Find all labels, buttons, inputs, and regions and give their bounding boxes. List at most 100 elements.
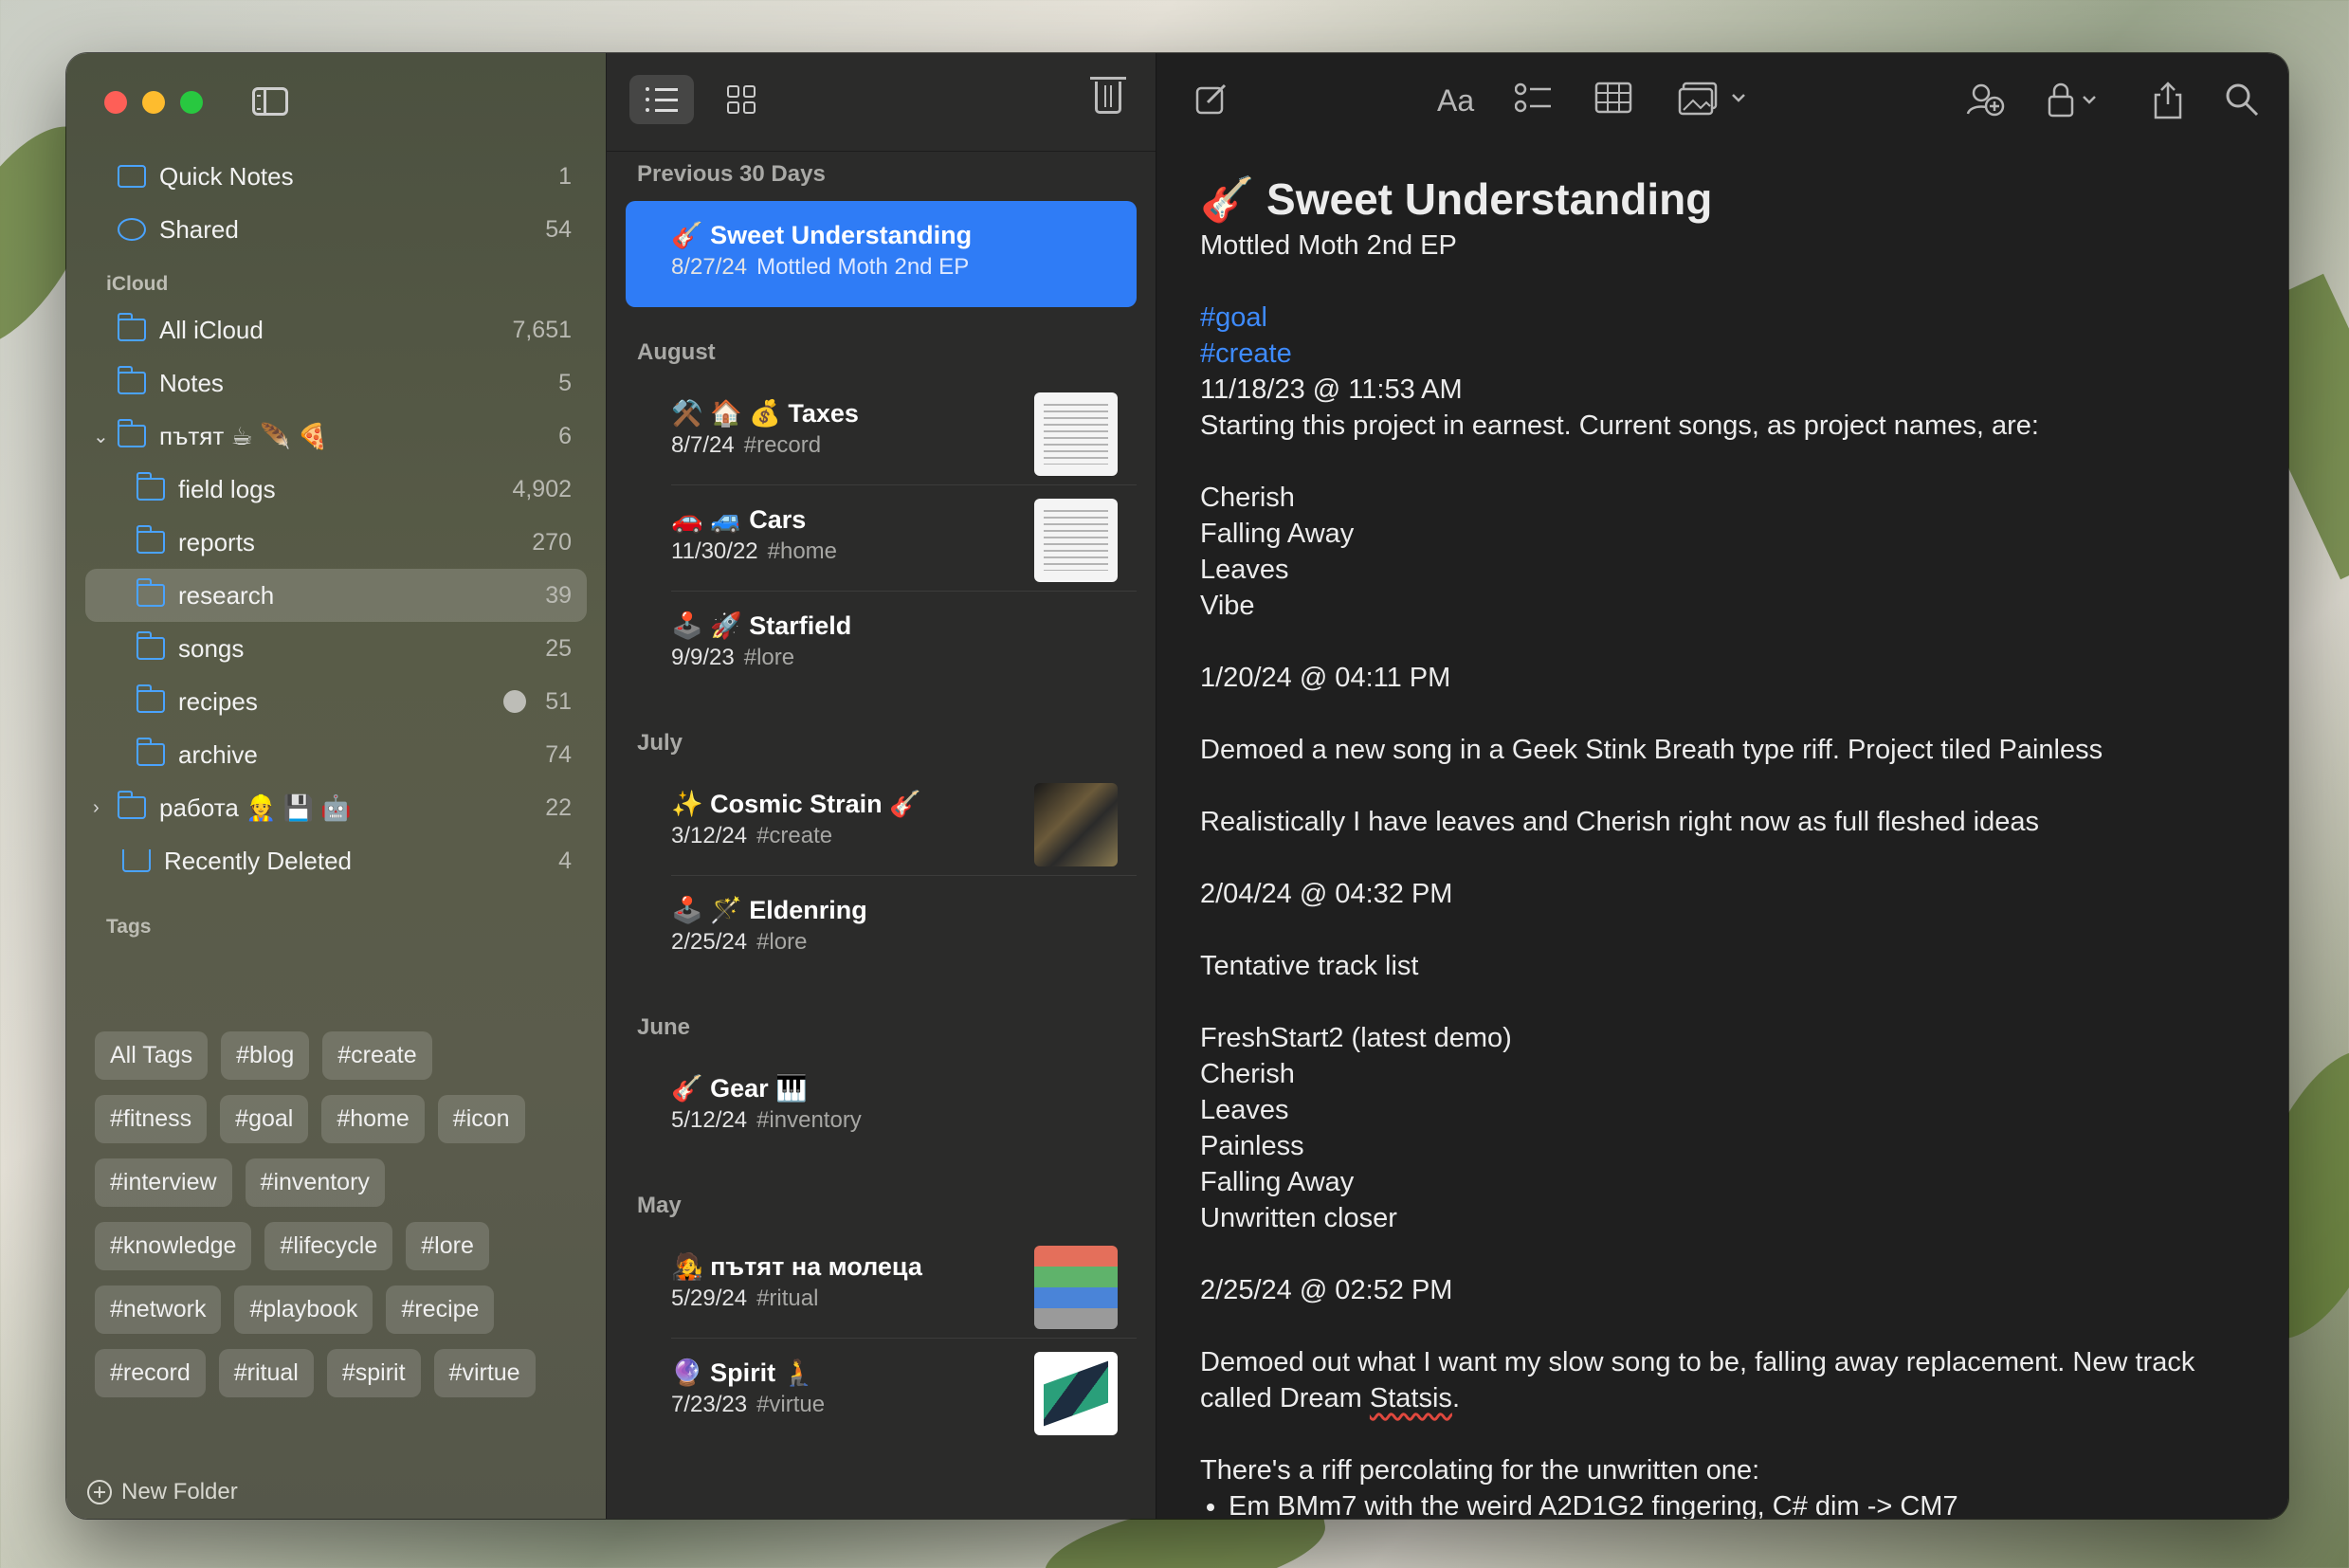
tag-chip[interactable]: #inventory [245, 1158, 385, 1207]
note-line: Unwritten closer [1200, 1203, 1397, 1233]
tag-chip[interactable]: #icon [437, 1095, 525, 1143]
bullet-list: Em BMm7 with the weird A2D1G2 fingering,… [1229, 1488, 2231, 1519]
tag-chip[interactable]: #create [322, 1031, 432, 1080]
compose-icon[interactable] [1194, 82, 1229, 124]
format-text-button[interactable]: Aa [1437, 82, 1474, 119]
sidebar-item-shared[interactable]: Shared 54 [85, 203, 587, 256]
share-icon[interactable] [2152, 82, 2184, 128]
sidebar-item-songs[interactable]: songs 25 [85, 622, 587, 675]
sidebar-item-rabota[interactable]: › работа 👷 💾 🤖 22 [85, 781, 587, 834]
note-thumbnail [1034, 392, 1118, 476]
note-item-date: 2/25/24 [671, 929, 748, 955]
group-header: June [637, 1014, 691, 1040]
sidebar-item-archive[interactable]: archive 74 [85, 728, 587, 781]
tag-chip[interactable]: #lore [406, 1222, 489, 1270]
delete-note-trash-icon[interactable] [1090, 77, 1126, 114]
tag-chip[interactable]: All Tags [95, 1031, 209, 1080]
chevron-down-icon[interactable]: ⌄ [93, 425, 109, 448]
tag-chip[interactable]: #playbook [234, 1285, 373, 1334]
group-header: May [637, 1193, 682, 1218]
note-thumbnail [1034, 499, 1118, 582]
sidebar-item-recipes[interactable]: recipes 51 [85, 675, 587, 728]
note-subtitle: Mottled Moth 2nd EP [1200, 230, 1457, 261]
note-list-item[interactable]: 🚗 🚙 Cars 11/30/22 #home [626, 485, 1137, 592]
note-line: 11/18/23 @ 11:53 AM [1200, 374, 1463, 405]
tag-chip[interactable]: #goal [220, 1095, 309, 1143]
note-list-item[interactable]: 🕹️ 🪄 Eldenring 2/25/24 #lore [626, 876, 1137, 982]
note-item-date: 3/12/24 [671, 823, 748, 848]
collaborate-icon[interactable] [1966, 82, 2006, 126]
sidebar-item-all-icloud[interactable]: All iCloud 7,651 [85, 303, 587, 356]
sidebar-item-recently-deleted[interactable]: Recently Deleted 4 [85, 834, 587, 887]
note-list-item[interactable]: ⚒️ 🏠 💰 Taxes 8/7/24 #record [626, 379, 1137, 485]
tag-chip[interactable]: #recipe [386, 1285, 495, 1334]
list-view-button[interactable] [629, 75, 694, 124]
note-item-snippet: #virtue [756, 1392, 826, 1417]
sidebar-item-notes[interactable]: Notes 5 [85, 356, 587, 410]
notes-window: Quick Notes 1 Shared 54 iCloud All iClou… [66, 53, 2288, 1519]
tag-chip[interactable]: #virtue [433, 1349, 536, 1397]
group-header: August [637, 339, 716, 365]
sidebar-item-research[interactable]: research 39 [85, 569, 587, 622]
tag-chip[interactable]: #home [321, 1095, 425, 1143]
icloud-header: iCloud [106, 273, 169, 295]
new-folder-button[interactable]: New Folder [87, 1479, 238, 1505]
media-icon[interactable] [1678, 82, 1750, 124]
note-line: 1/20/24 @ 04:11 PM [1200, 663, 1451, 693]
sidebar-toggle-icon[interactable] [252, 87, 288, 116]
folder-icon [136, 738, 165, 766]
tag-chip[interactable]: #network [95, 1285, 222, 1334]
note-content[interactable]: 🎸 Sweet Understanding Mottled Moth 2nd E… [1200, 173, 2231, 1519]
note-tag-link[interactable]: #create [1200, 336, 2231, 372]
folder-icon [117, 366, 146, 394]
note-item-snippet: #ritual [756, 1285, 819, 1311]
note-list-item[interactable]: 🎸 Sweet Understanding 8/27/24 Mottled Moth… [626, 201, 1137, 307]
checklist-icon[interactable] [1514, 82, 1553, 124]
zoom-button[interactable] [180, 91, 203, 114]
note-line: Realistically I have leaves and Cherish … [1200, 807, 2039, 837]
tag-chip[interactable]: #blog [221, 1031, 310, 1080]
note-item-meta: 2/25/24 #lore [671, 929, 1108, 956]
tags-header: Tags [106, 916, 152, 938]
tag-chip[interactable]: #spirit [326, 1349, 421, 1397]
note-list-item[interactable]: ✨ Cosmic Strain 🎸 3/12/24 #create [626, 770, 1137, 876]
grid-icon [727, 85, 756, 114]
sidebar-item-putyat[interactable]: ⌄ пътят ☕ 🪶 🍕 6 [85, 410, 587, 463]
note-list: Previous 30 Days 🎸 Sweet Understanding 8/2… [607, 53, 1156, 1519]
tag-chip[interactable]: #interview [95, 1158, 232, 1207]
note-tag-link[interactable]: #goal [1200, 300, 2231, 336]
minimize-button[interactable] [142, 91, 165, 114]
sidebar-item-field-logs[interactable]: field logs 4,902 [85, 463, 587, 516]
shared-person-icon [118, 218, 146, 241]
note-title: 🎸 Sweet Understanding [1200, 174, 1713, 224]
note-editor: Aa 🎸 Sweet Understanding Mottled Moth 2n… [1156, 53, 2288, 1519]
sidebar-item-quick-notes[interactable]: Quick Notes 1 [85, 150, 587, 203]
gallery-view-button[interactable] [709, 75, 774, 124]
editor-toolbar: Aa [1156, 53, 2288, 152]
note-thumbnail [1034, 1246, 1118, 1329]
note-list-item[interactable]: 🧑‍🎤 пътят на молеца 5/29/24 #ritual [626, 1232, 1137, 1339]
note-line: Painless [1200, 1131, 1304, 1161]
note-list-item[interactable]: 🕹️ 🚀 Starfield 9/9/23 #lore [626, 592, 1137, 698]
tag-chip[interactable]: #ritual [218, 1349, 314, 1397]
note-list-scroll: Previous 30 Days 🎸 Sweet Understanding 8/2… [607, 152, 1156, 1445]
note-list-item[interactable]: 🎸 Gear 🎹 5/12/24 #inventory [626, 1054, 1137, 1160]
quick-notes-icon [118, 165, 146, 188]
search-icon[interactable] [2224, 82, 2260, 126]
sidebar-item-reports[interactable]: reports 270 [85, 516, 587, 569]
note-line: Falling Away [1200, 519, 1355, 549]
note-list-item[interactable]: 🔮 Spirit 🧎 7/23/23 #virtue [626, 1339, 1137, 1445]
tag-chip[interactable]: #fitness [95, 1095, 208, 1143]
note-item-date: 8/7/24 [671, 432, 735, 458]
plus-circle-icon [87, 1480, 112, 1504]
close-button[interactable] [104, 91, 127, 114]
lock-icon[interactable] [2046, 82, 2106, 126]
table-icon[interactable] [1594, 82, 1632, 122]
tag-chip[interactable]: #knowledge [95, 1222, 252, 1270]
note-item-snippet: #lore [756, 929, 808, 955]
chevron-right-icon[interactable]: › [93, 797, 100, 819]
note-line: Demoed a new song in a Geek Stink Breath… [1200, 735, 2103, 765]
tag-chip[interactable]: #record [95, 1349, 206, 1397]
tag-chip[interactable]: #lifecycle [264, 1222, 393, 1270]
folder-icon [136, 578, 165, 607]
